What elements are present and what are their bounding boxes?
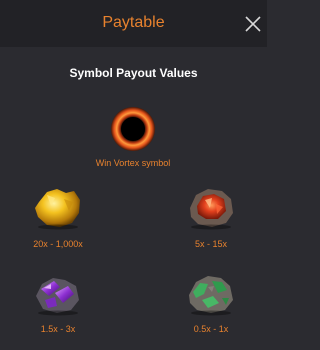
- vortex-label: Win Vortex symbol: [95, 158, 171, 168]
- symbol-payout: 1.5x - 3x: [40, 324, 76, 334]
- red-crystal-rock-icon: [190, 189, 233, 230]
- section-title: Symbol Payout Values: [69, 66, 198, 80]
- close-icon[interactable]: [244, 15, 262, 33]
- symbol-payout: 0.5x - 1x: [193, 324, 229, 334]
- symbol-payout: 5x - 15x: [194, 239, 227, 249]
- vortex-icon: [111, 107, 155, 151]
- gold-nugget-icon: [35, 189, 80, 230]
- symbol-payout: 20x - 1,000x: [33, 239, 83, 249]
- paytable-header: Paytable: [0, 0, 267, 47]
- purple-crystal-rock-icon: [36, 278, 79, 316]
- green-mossy-rock-icon: [189, 276, 233, 316]
- page-title: Paytable: [102, 14, 165, 31]
